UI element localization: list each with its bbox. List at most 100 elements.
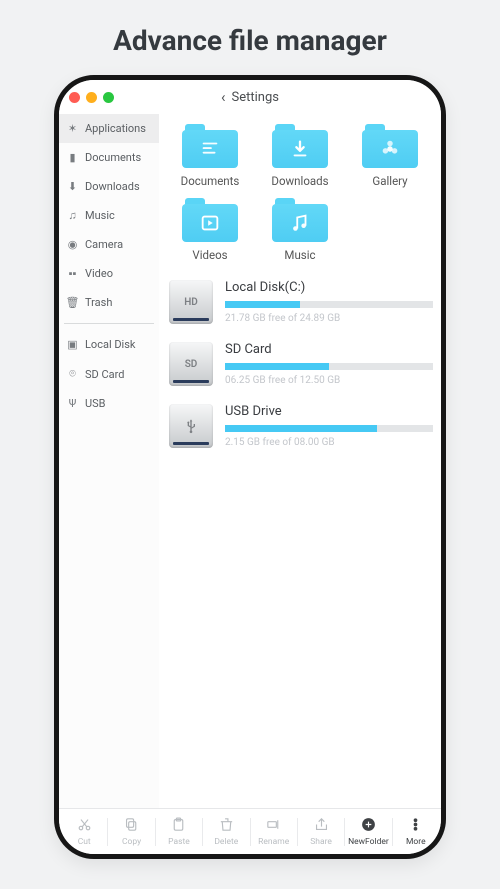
tool-delete[interactable]: Delete <box>203 812 249 851</box>
main-content: Documents Downloads Gallery Videos Music HD L… <box>159 114 441 808</box>
tool-label: Cut <box>78 837 91 847</box>
bottom-toolbar: Cut Copy Paste Delete Rename Share NewFolder Mo… <box>59 808 441 854</box>
folder-downloads[interactable]: Downloads <box>257 124 343 188</box>
more-icon <box>407 816 424 836</box>
drive-free-text: 21.78 GB free of 24.89 GB <box>225 313 433 324</box>
folder-label: Videos <box>192 248 227 262</box>
close-icon[interactable] <box>69 92 80 103</box>
tool-paste[interactable]: Paste <box>156 812 202 851</box>
folder-grid: Documents Downloads Gallery Videos Music <box>167 124 433 262</box>
phone-frame: ‹ Settings ✶ Applications ▮ Documents ⬇ Downl… <box>54 75 446 859</box>
usb-icon: Ψ <box>66 397 79 410</box>
drive-icon <box>169 404 213 448</box>
cut-icon <box>76 816 93 836</box>
sidebar-item-video[interactable]: ▪▪ Video <box>59 259 159 288</box>
tool-newfolder[interactable]: NewFolder <box>345 812 391 851</box>
trash-icon: 🗑 <box>66 296 79 309</box>
sidebar-item-music[interactable]: ♫Music <box>59 201 159 230</box>
body: ✶Applications▮Documents⬇Downloads♫Music◉… <box>59 114 441 808</box>
disk-icon: ▣ <box>66 338 79 351</box>
folder-icon <box>272 124 328 168</box>
tool-cut[interactable]: Cut <box>61 812 107 851</box>
sidebar-item-applications[interactable]: ✶ Applications <box>59 114 159 143</box>
maximize-icon[interactable] <box>103 92 114 103</box>
folder-label: Music <box>284 248 315 262</box>
sidebar-item-downloads[interactable]: ⬇ Downloads <box>59 172 159 201</box>
drive-free-text: 2.15 GB free of 08.00 GB <box>225 437 433 448</box>
sidebar-item-label: Music <box>85 209 115 222</box>
video-icon: ▪▪ <box>66 267 79 280</box>
drives-list: HD Local Disk(C:) 21.78 GB free of 24.89 G… <box>167 280 433 448</box>
drive-info: Local Disk(C:) 21.78 GB free of 24.89 GB <box>225 280 433 324</box>
folder-label: Documents <box>181 174 240 188</box>
folder-videos[interactable]: Videos <box>167 198 253 262</box>
share-icon <box>313 816 330 836</box>
folder-music[interactable]: Music <box>257 198 343 262</box>
drive-icon: SD <box>169 342 213 386</box>
doc-icon: ▮ <box>66 151 79 164</box>
tool-more[interactable]: More <box>393 812 439 851</box>
sidebar-item-usb[interactable]: Ψ USB <box>59 389 159 418</box>
folder-documents[interactable]: Documents <box>167 124 253 188</box>
sidebar-item-documents[interactable]: ▮ Documents <box>59 143 159 172</box>
tool-label: More <box>406 837 426 847</box>
folder-gallery[interactable]: Gallery <box>347 124 433 188</box>
sidebar-item-label: Local Disk <box>85 338 136 351</box>
drive-free-text: 06.25 GB free of 12.50 GB <box>225 375 433 386</box>
header-title-area: ‹ Settings <box>59 88 441 106</box>
sidebar-item-sd-card[interactable]: ⌾ SD Card <box>59 359 159 389</box>
folder-icon <box>272 198 328 242</box>
page-title: Advance file manager <box>0 0 500 75</box>
drive-name: USB Drive <box>225 404 433 419</box>
header-title: Settings <box>232 90 279 105</box>
tool-label: Share <box>310 837 332 847</box>
tool-share[interactable]: Share <box>298 812 344 851</box>
usage-bar <box>225 363 433 370</box>
folder-label: Downloads <box>271 174 328 188</box>
back-icon[interactable]: ‹ <box>221 88 226 106</box>
sidebar-item-label: USB <box>85 397 106 410</box>
screen: ‹ Settings ✶ Applications ▮ Documents ⬇ Downl… <box>59 80 441 854</box>
tool-label: Paste <box>168 837 190 847</box>
sidebar-item-label: SD Card <box>85 368 124 381</box>
sidebar-item-camera[interactable]: ◉ Camera <box>59 230 159 259</box>
sidebar-item-label: Camera <box>85 238 123 251</box>
drive-usb-drive[interactable]: USB Drive 2.15 GB free of 08.00 GB <box>169 404 433 448</box>
sidebar-item-label: Downloads <box>85 180 140 193</box>
drive-sd-card[interactable]: SD SD Card 06.25 GB free of 12.50 GB <box>169 342 433 386</box>
folder-icon <box>182 124 238 168</box>
drive-info: SD Card 06.25 GB free of 12.50 GB <box>225 342 433 386</box>
delete-icon <box>218 816 235 836</box>
tool-label: Copy <box>122 837 141 847</box>
download-icon: ⬇ <box>66 180 79 193</box>
sidebar-item-trash[interactable]: 🗑Trash <box>59 288 159 317</box>
usage-bar <box>225 425 433 432</box>
folder-icon <box>362 124 418 168</box>
sd-icon: ⌾ <box>66 367 79 381</box>
window-controls <box>69 92 114 103</box>
sidebar-item-label: Video <box>85 267 113 280</box>
drive-name: SD Card <box>225 342 433 357</box>
camera-icon: ◉ <box>66 238 79 251</box>
drive-local-disk-c-[interactable]: HD Local Disk(C:) 21.78 GB free of 24.89 G… <box>169 280 433 324</box>
sidebar-item-label: Documents <box>85 151 141 164</box>
minimize-icon[interactable] <box>86 92 97 103</box>
sidebar-item-label: Applications <box>85 122 146 135</box>
folder-label: Gallery <box>372 174 407 188</box>
usage-bar <box>225 301 433 308</box>
sidebar: ✶Applications▮Documents⬇Downloads♫Music◉… <box>59 114 159 808</box>
tool-label: NewFolder <box>348 837 389 847</box>
folder-icon <box>182 198 238 242</box>
tool-label: Delete <box>214 837 238 847</box>
new-icon <box>360 816 377 836</box>
sidebar-item-local-disk[interactable]: ▣ Local Disk <box>59 330 159 359</box>
paste-icon <box>170 816 187 836</box>
drive-icon: HD <box>169 280 213 324</box>
tool-rename[interactable]: Rename <box>251 812 297 851</box>
copy-icon <box>123 816 140 836</box>
titlebar: ‹ Settings <box>59 80 441 114</box>
apps-icon: ✶ <box>66 122 79 135</box>
tool-label: Rename <box>258 837 289 847</box>
tool-copy[interactable]: Copy <box>108 812 154 851</box>
drive-name: Local Disk(C:) <box>225 280 433 295</box>
